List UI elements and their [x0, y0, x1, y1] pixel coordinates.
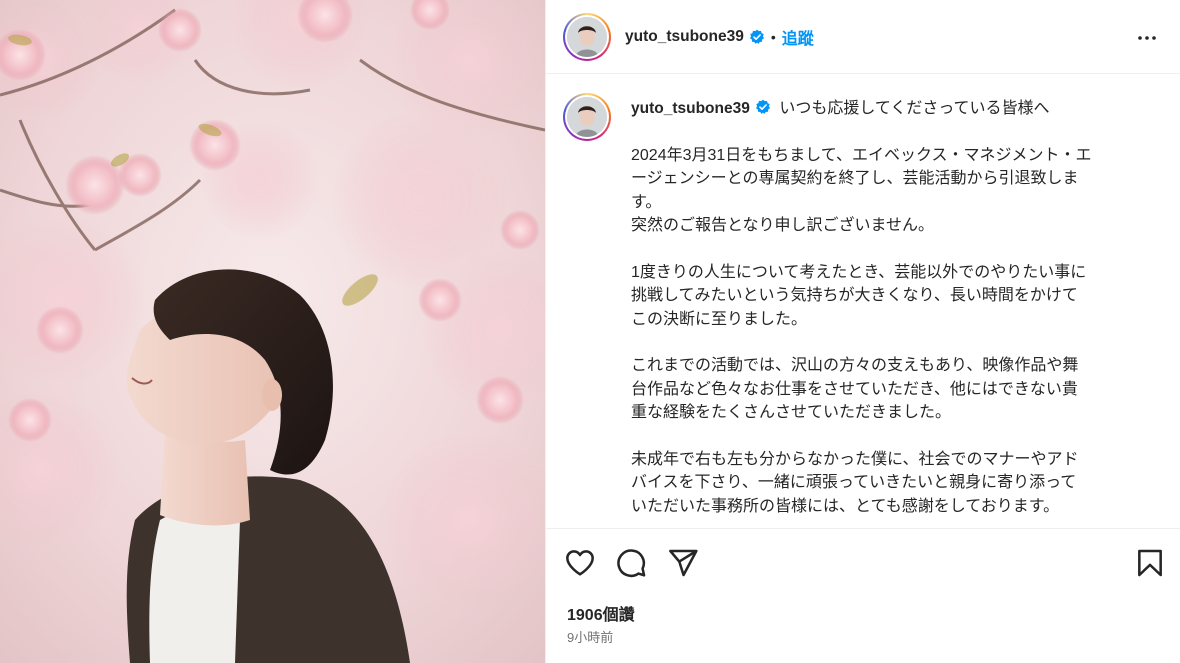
- caption-header: yuto_tsubone39 いつも応援してくださっている皆様へ: [631, 97, 1151, 121]
- follow-button[interactable]: 追蹤: [782, 25, 814, 49]
- caption-line: 突然のご報告となり申し訳ございません。: [631, 217, 935, 234]
- caption-author-avatar[interactable]: [563, 93, 611, 141]
- caption-username[interactable]: yuto_tsubone39: [631, 100, 750, 117]
- caption-line: す。: [631, 193, 662, 211]
- heart-icon[interactable]: [564, 547, 596, 579]
- bookmark-icon[interactable]: [1134, 547, 1166, 579]
- caption-paragraph: 1度きりの人生について考えたとき、芸能以外でのやりたい事に 挑戦してみたいという…: [631, 261, 1151, 332]
- post-detail-panel: yuto_tsubone39 • 追蹤 yuto_tsubone39 いつも応援…: [545, 0, 1180, 663]
- caption-line: 挑戦してみたいという気持ちが大きくなり、長い時間をかけて: [631, 287, 1078, 304]
- comment-icon[interactable]: [615, 547, 647, 579]
- like-count[interactable]: 1906個讚: [567, 601, 635, 625]
- caption-line: バイスを下さり、一緒に頑張っていきたいと親身に寄り添って: [631, 474, 1077, 491]
- caption-line: 未成年で右も左も分からなかった僕に、社会でのマナーやアド: [631, 450, 1079, 468]
- post-header: yuto_tsubone39 • 追蹤: [546, 0, 1180, 74]
- avatar: [567, 16, 607, 57]
- post-image: [0, 0, 545, 663]
- caption-line: 1度きりの人生について考えたとき、芸能以外でのやりたい事に: [631, 263, 1087, 281]
- post-photo[interactable]: [0, 0, 545, 663]
- author-username[interactable]: yuto_tsubone39: [625, 28, 744, 46]
- caption-paragraph: 2024年3月31日をもちまして、エイベックス・マネジメント・エ ージェンシーと…: [631, 144, 1151, 238]
- verified-badge-icon: [755, 99, 771, 115]
- caption-line: この決断に至りました。: [631, 310, 808, 328]
- avatar: [567, 97, 607, 137]
- post-timestamp[interactable]: 9小時前: [567, 627, 613, 646]
- caption-line: これまでの活動では、沢山の方々の支えもあり、映像作品や舞: [631, 357, 1079, 374]
- caption-area: yuto_tsubone39 いつも応援してくださっている皆様へ 2024年3月…: [546, 75, 1180, 528]
- caption-line: いただいた事務所の皆様には、とても感謝をしております。: [631, 497, 1060, 515]
- author-avatar[interactable]: [563, 12, 611, 61]
- separator-dot: •: [770, 28, 776, 45]
- caption-line: ージェンシーとの専属契約を終了し、芸能活動から引退致しま: [631, 170, 1079, 187]
- more-options-icon[interactable]: [1135, 26, 1159, 50]
- caption-paragraph: これまでの活動では、沢山の方々の支えもあり、映像作品や舞 台作品など色々なお仕事…: [631, 354, 1151, 425]
- caption-line: 2024年3月31日をもちまして、エイベックス・マネジメント・エ: [631, 146, 1092, 164]
- verified-badge-icon: [749, 29, 765, 45]
- send-icon[interactable]: [667, 547, 699, 579]
- caption-line: 重な経験をたくさんさせていただきました。: [631, 404, 952, 421]
- post-actions: 1906個讚 9小時前: [546, 528, 1180, 663]
- caption-line: 台作品など色々なお仕事をさせていただき、他にはできない貴: [631, 380, 1078, 398]
- caption-text: yuto_tsubone39 いつも応援してくださっている皆様へ 2024年3月…: [631, 97, 1151, 518]
- caption-first-line: いつも応援してくださっている皆様へ: [779, 100, 1050, 117]
- caption-paragraph: 未成年で右も左も分からなかった僕に、社会でのマナーやアド バイスを下さり、一緒に…: [631, 448, 1151, 519]
